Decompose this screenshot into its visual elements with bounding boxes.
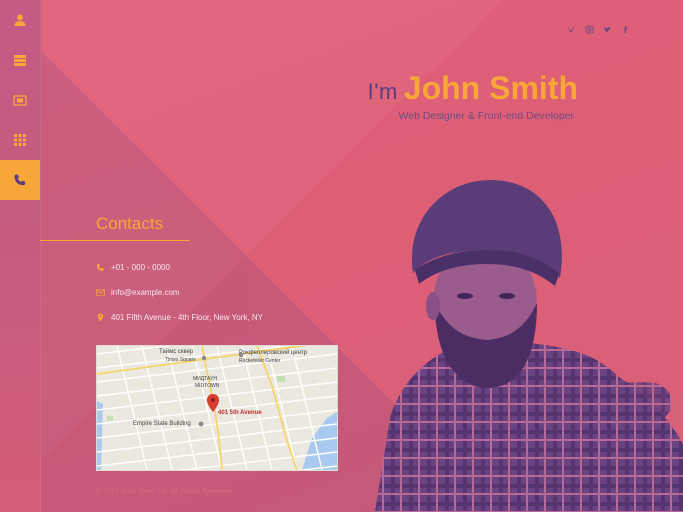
sidebar-item-portfolio[interactable] <box>0 80 40 120</box>
vimeo-link[interactable] <box>566 24 576 34</box>
phone-icon <box>96 263 104 271</box>
email-address[interactable]: info@example.com <box>111 288 180 297</box>
envelope-icon <box>96 289 105 296</box>
map-label-midtown: МИДТАУН <box>193 376 217 382</box>
sidebar-item-contacts[interactable] <box>0 160 40 200</box>
map-label-center-sub: Rockefeller Center <box>239 358 281 364</box>
job-title: Web Designer & Front-end Developer <box>398 110 574 122</box>
contacts-title: Contacts <box>96 214 164 233</box>
social-links <box>566 24 630 34</box>
map-streets <box>97 346 337 470</box>
instagram-link[interactable] <box>584 24 594 34</box>
sidebar-item-resume[interactable] <box>0 40 40 80</box>
phone-icon <box>14 174 26 186</box>
sidebar-item-about[interactable] <box>0 0 40 40</box>
grid-icon <box>14 134 26 146</box>
intro-prefix: I'm <box>367 79 398 104</box>
contacts-divider <box>40 240 190 241</box>
facebook-icon <box>623 25 627 33</box>
contact-address: 401 Fifth Avenue - 4th Floor, New York, … <box>96 313 263 322</box>
map-label-empire: Empire State Building <box>133 421 191 427</box>
footer-copyright: © 2017 John Smith Ltd. All Rights Reserv… <box>96 488 233 495</box>
twitter-link[interactable] <box>602 24 612 34</box>
sidebar-item-services[interactable] <box>0 120 40 160</box>
map-marker-icon <box>97 313 104 322</box>
vimeo-icon <box>567 26 575 32</box>
sidebar <box>0 0 41 512</box>
map-label-midtown-sub: MIDTOWN <box>195 383 220 389</box>
street-address: 401 Fifth Avenue - 4th Floor, New York, … <box>111 313 263 322</box>
location-map[interactable]: Таймс сквер Times Square Рокфеллеровский… <box>96 345 338 471</box>
map-label-square: Таймс сквер <box>159 349 194 355</box>
contact-phone: +01 - 000 - 0000 <box>96 263 170 272</box>
user-icon <box>14 14 26 26</box>
instagram-icon <box>584 24 594 34</box>
contact-email: info@example.com <box>96 288 180 297</box>
portfolio-icon <box>13 95 27 106</box>
person-name: John Smith <box>403 70 578 106</box>
map-label-square-sub: Times Square <box>165 357 196 363</box>
twitter-icon <box>603 26 611 32</box>
resume-icon <box>14 55 26 66</box>
facebook-link[interactable] <box>620 24 630 34</box>
map-label-center: Рокфеллеровский центр <box>239 350 308 356</box>
map-label-pin: 401 5th Avenue <box>218 410 262 416</box>
phone-number[interactable]: +01 - 000 - 0000 <box>111 263 170 272</box>
intro-heading: I'm John Smith <box>346 70 578 107</box>
profile-photo <box>375 180 683 512</box>
